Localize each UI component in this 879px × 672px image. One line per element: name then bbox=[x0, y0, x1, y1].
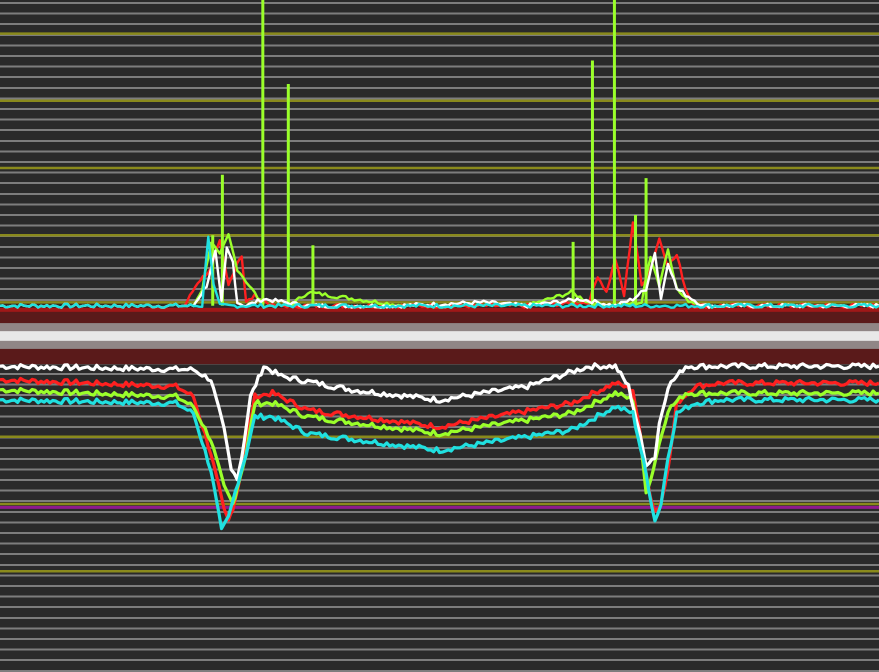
spectrum-plot-svg bbox=[0, 0, 879, 672]
baseline-band-layer bbox=[0, 307, 879, 365]
baseline-core bbox=[0, 331, 879, 341]
spectrum-plot bbox=[0, 0, 879, 672]
